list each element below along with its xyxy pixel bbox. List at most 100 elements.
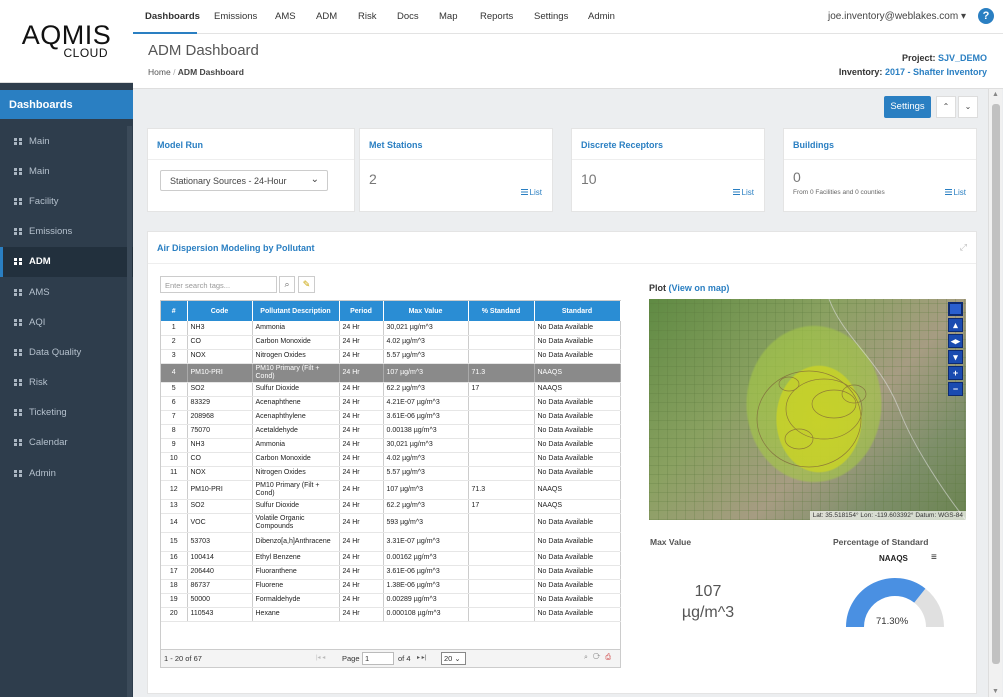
nav-reports[interactable]: Reports (480, 11, 513, 22)
page-input[interactable]: 1 (362, 652, 394, 665)
table-row[interactable]: 11 NOX Nitrogen Oxides 24 Hr 5.57 µg/m^3 No D… (161, 466, 621, 481)
chart-menu-icon[interactable]: ≡ (931, 552, 937, 563)
column-header[interactable]: Period (339, 301, 384, 321)
inventory-link[interactable]: 2017 - Shafter Inventory (885, 67, 987, 77)
layer-switch-icon[interactable] (948, 302, 963, 316)
table-row[interactable]: 2 CO Carbon Monoxide 24 Hr 4.02 µg/m^3 No Dat… (161, 335, 621, 350)
search-input[interactable]: Enter search tags... (160, 276, 277, 293)
table-row[interactable]: 5 SO2 Sulfur Dioxide 24 Hr 62.2 µg/m^3 17 NAAQ… (161, 382, 621, 397)
table-row[interactable]: 16 100414 Ethyl Benzene 24 Hr 0.00162 µg/m^3… (161, 551, 621, 566)
sidebar-item-adm[interactable]: ADM (0, 246, 133, 278)
table-cell (468, 410, 535, 425)
table-row[interactable]: 4 PM10-PRI PM10 Primary (Filt + Cond) 24 Hr… (161, 363, 621, 383)
nav-emissions[interactable]: Emissions (214, 11, 257, 22)
user-menu[interactable]: joe.inventory@weblakes.com ▾ (828, 11, 966, 22)
view-on-map-link[interactable]: (View on map) (669, 283, 730, 293)
sidebar-item-risk[interactable]: Risk (0, 368, 133, 398)
breadcrumb-home[interactable]: Home (148, 67, 171, 77)
column-header[interactable]: Pollutant Description (252, 301, 340, 321)
table-row[interactable]: 1 NH3 Ammonia 24 Hr 30,021 µg/m^3 No Data Ava… (161, 321, 621, 336)
zoom-out-icon[interactable]: − (948, 382, 963, 396)
met-stations-list-link[interactable]: List (520, 188, 542, 197)
collapse-all-icon[interactable]: ⌃ (936, 96, 956, 118)
zoom-in-icon[interactable]: + (948, 366, 963, 380)
buildings-subtext: From 0 Facilities and 0 counties (793, 189, 885, 196)
nav-ams[interactable]: AMS (275, 11, 296, 22)
sidebar-item-ticketing[interactable]: Ticketing (0, 398, 133, 428)
nav-settings[interactable]: Settings (534, 11, 568, 22)
table-row[interactable]: 19 50000 Formaldehyde 24 Hr 0.00289 µg/m^3 No… (161, 593, 621, 608)
pan-lr-icon[interactable]: ◂▸ (948, 334, 963, 348)
column-header[interactable]: % Standard (468, 301, 535, 321)
table-row[interactable]: 18 86737 Fluorene 24 Hr 1.38E-06 µg/m^3 No Da… (161, 579, 621, 594)
table-cell: 15 (161, 532, 188, 552)
table-row[interactable]: 12 PM10-PRI PM10 Primary (Filt + Cond) 24 H… (161, 480, 621, 500)
chevron-down-icon: ⌄ (310, 174, 319, 185)
sidebar-item-ams[interactable]: AMS (0, 277, 133, 307)
discrete-receptors-list-link[interactable]: List (732, 188, 754, 197)
nav-docs[interactable]: Docs (397, 11, 419, 22)
pan-down-icon[interactable]: ▾ (948, 350, 963, 364)
search-icon[interactable]: ⌕ (279, 276, 295, 293)
pan-up-icon[interactable]: ▴ (948, 318, 963, 332)
table-row[interactable]: 20 110543 Hexane 24 Hr 0.000108 µg/m^3 No Dat… (161, 607, 621, 622)
scroll-thumb[interactable] (992, 104, 1000, 664)
sidebar-item-admin[interactable]: Admin (0, 458, 133, 488)
sidebar-item-facility[interactable]: Facility (0, 186, 133, 216)
sidebar-item-aqi[interactable]: AQI (0, 307, 133, 337)
settings-button[interactable]: Settings (884, 96, 931, 118)
dispersion-map[interactable]: ▴ ◂▸ ▾ + − Lat: 35.518154° Lon: -119.603… (649, 299, 966, 520)
pager-tools-icons[interactable]: ⌕⟳⎙ (584, 654, 616, 662)
sidebar-item-calendar[interactable]: Calendar (0, 428, 133, 458)
column-header[interactable]: Standard (534, 301, 621, 321)
table-row[interactable]: 9 NH3 Ammonia 24 Hr 30,021 µg/m^3 No Data Ava… (161, 438, 621, 453)
table-row[interactable]: 15 53703 Dibenzo[a,h]Anthracene 24 Hr 3.31E-… (161, 532, 621, 552)
scroll-up-icon[interactable]: ▲ (992, 91, 999, 98)
sidebar-item-label: Main (29, 165, 50, 177)
table-row[interactable]: 14 VOC Volatile Organic Compounds 24 Hr 593 … (161, 513, 621, 533)
nav-map[interactable]: Map (439, 11, 457, 22)
table-row[interactable]: 10 CO Carbon Monoxide 24 Hr 4.02 µg/m^3 No Da… (161, 452, 621, 467)
table-row[interactable]: 13 SO2 Sulfur Dioxide 24 Hr 62.2 µg/m^3 17 NAA… (161, 499, 621, 514)
table-row[interactable]: 6 83329 Acenaphthene 24 Hr 4.21E-07 µg/m^3 No… (161, 396, 621, 411)
sidebar-item-main[interactable]: Main (0, 126, 133, 156)
next-last-page-icon[interactable]: ▸ ▸| (417, 654, 426, 661)
table-row[interactable]: 7 208968 Acenaphthylene 24 Hr 3.61E-06 µg/m^… (161, 410, 621, 425)
sidebar-scrollbar[interactable] (127, 126, 132, 697)
sidebar-item-data-quality[interactable]: Data Quality (0, 337, 133, 367)
expand-all-icon[interactable]: ⌄ (958, 96, 978, 118)
table-cell: 24 Hr (339, 480, 384, 500)
table-cell: 107 µg/m^3 (383, 480, 469, 500)
table-row[interactable]: 3 NOX Nitrogen Oxides 24 Hr 5.57 µg/m^3 No Da… (161, 349, 621, 364)
page-scrollbar[interactable]: ▲ ▼ (988, 89, 1002, 697)
sidebar-header[interactable]: Dashboards (0, 90, 133, 119)
table-cell: 24 Hr (339, 452, 384, 467)
table-cell: 16 (161, 551, 188, 566)
sidebar-list: Main Main Facility Emissions ADM AMS AQI Data Q… (0, 126, 133, 488)
nav-adm[interactable]: ADM (316, 11, 337, 22)
table-row[interactable]: 17 206440 Fluoranthene 24 Hr 3.61E-06 µg/m^3… (161, 565, 621, 580)
card-title: Met Stations (369, 140, 423, 150)
clear-filter-icon[interactable]: ✎ (298, 276, 315, 293)
page-size-select[interactable]: 20 ⌄ (441, 652, 466, 665)
sidebar-item-main[interactable]: Main (0, 156, 133, 186)
column-header[interactable]: Code (187, 301, 253, 321)
project-link[interactable]: SJV_DEMO (938, 53, 987, 63)
table-cell: 83329 (187, 396, 253, 411)
nav-admin[interactable]: Admin (588, 11, 615, 22)
model-run-select[interactable]: Stationary Sources - 24-Hour ⌄ (160, 170, 328, 191)
expand-icon[interactable]: ⤢ (960, 242, 967, 253)
table-row[interactable]: 8 75070 Acetaldehyde 24 Hr 0.00138 µg/m^3 No … (161, 424, 621, 439)
column-header[interactable]: # (161, 301, 188, 321)
nav-risk[interactable]: Risk (358, 11, 376, 22)
buildings-list-link[interactable]: List (944, 188, 966, 197)
help-icon[interactable]: ? (978, 8, 994, 24)
nav-dashboards[interactable]: Dashboards (145, 11, 200, 22)
sidebar-item-emissions[interactable]: Emissions (0, 217, 133, 247)
sidebar-item-label: Ticketing (29, 407, 67, 419)
scroll-down-icon[interactable]: ▼ (992, 688, 999, 695)
table-cell: 71.3 (468, 480, 535, 500)
gauge-title: NAAQS (879, 554, 908, 563)
first-prev-page-icon[interactable]: |◂ ◂ (316, 654, 325, 661)
column-header[interactable]: Max Value (383, 301, 469, 321)
